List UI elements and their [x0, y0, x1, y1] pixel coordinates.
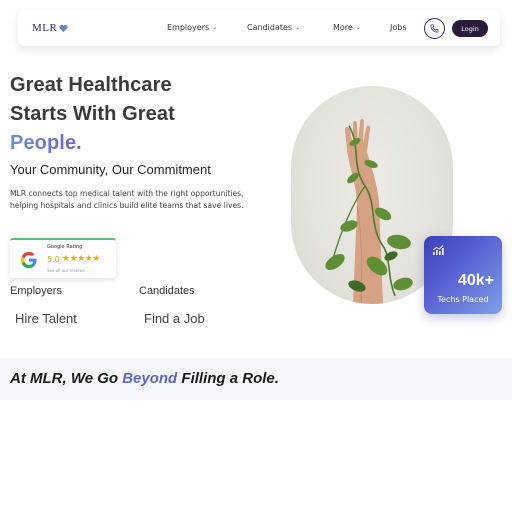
- rating-title: Google Rating: [47, 244, 83, 250]
- call-button[interactable]: [424, 18, 445, 39]
- google-icon: [20, 251, 37, 269]
- candidates-heading: Candidates: [139, 285, 195, 297]
- hero-description: MLR connects top medical talent with the…: [10, 189, 244, 210]
- hero-title-line-3: People.: [10, 132, 82, 154]
- stat-value: 40k+: [457, 272, 494, 289]
- tagline-text-end: Filling a Role.: [177, 370, 279, 387]
- tagline-heading: At MLR, We Go Beyond Filling a Role.: [10, 370, 279, 387]
- hire-talent-link[interactable]: Hire Talent: [15, 311, 77, 326]
- hero-subtitle: Your Community, Our Commitment: [10, 162, 211, 177]
- heart-icon: [59, 24, 68, 32]
- top-navbar: MLR Employers ⌄ Candidates ⌄ More ⌄ Jobs…: [18, 10, 500, 46]
- nav-item-employers[interactable]: Employers ⌄: [167, 23, 217, 32]
- tagline-text-start: At MLR, We Go: [10, 370, 123, 387]
- reviews-link[interactable]: See all our reviews: [47, 268, 85, 273]
- techs-placed-stat-card: 40k+ Techs Placed: [424, 236, 502, 314]
- nav-item-label: Jobs: [390, 23, 407, 32]
- growth-chart-icon: [432, 245, 444, 255]
- chevron-down-icon: ⌄: [355, 24, 361, 31]
- nav-item-label: Employers: [167, 23, 210, 32]
- hero-title-line-2: Starts With Great: [10, 103, 175, 125]
- chevron-down-icon: ⌄: [295, 24, 301, 31]
- star-rating: ★★★★★: [62, 254, 100, 264]
- stat-label: Techs Placed: [437, 295, 489, 304]
- lower-section: [0, 400, 512, 512]
- find-a-job-link[interactable]: Find a Job: [144, 311, 205, 326]
- phone-icon: [430, 24, 439, 33]
- nav-item-more[interactable]: More ⌄: [333, 23, 361, 32]
- nav-item-label: Candidates: [247, 23, 293, 32]
- brand-logo[interactable]: MLR: [32, 22, 68, 34]
- rating-score: 5.0: [47, 255, 60, 264]
- chevron-down-icon: ⌄: [212, 24, 218, 31]
- brand-logo-text: MLR: [32, 22, 58, 34]
- employers-heading: Employers: [10, 285, 62, 297]
- nav-item-candidates[interactable]: Candidates ⌄: [247, 23, 300, 32]
- nav-item-label: More: [333, 23, 353, 32]
- google-rating-card[interactable]: Google Rating 5.0 ★★★★★ See all our revi…: [10, 238, 116, 278]
- tagline-highlight: Beyond: [122, 370, 178, 387]
- hero-title-line-1: Great Healthcare: [10, 74, 172, 96]
- login-button[interactable]: Login: [452, 20, 488, 37]
- nav-item-jobs[interactable]: Jobs: [390, 23, 407, 32]
